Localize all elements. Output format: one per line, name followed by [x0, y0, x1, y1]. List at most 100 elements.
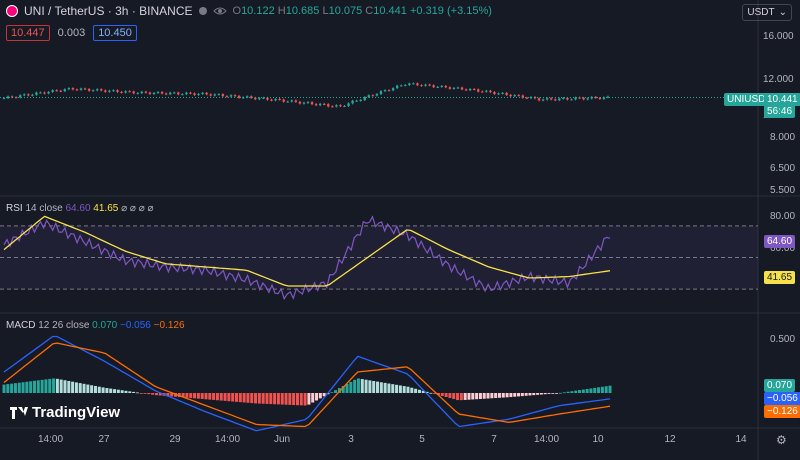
candle-body: [75, 89, 79, 91]
macd-hist-bar: [353, 379, 357, 393]
candle-body: [35, 92, 38, 95]
candle-body: [339, 105, 342, 107]
price-tick: 8.000: [770, 132, 796, 143]
macd-hist-bar: [63, 380, 67, 393]
candle-body: [541, 99, 545, 101]
macd-hist-bar: [376, 381, 380, 393]
macd-hist-bar: [410, 387, 414, 393]
candle-body: [416, 83, 419, 86]
candle-body: [343, 106, 346, 108]
macd-hist-bar: [299, 393, 303, 406]
candle-body: [83, 88, 87, 90]
candle-body: [448, 87, 452, 89]
symbol-title[interactable]: UNI / TetherUS · 3h · BINANCE: [24, 4, 193, 18]
macd-hist-bar: [40, 379, 44, 393]
buy-price-button[interactable]: 10.450: [93, 25, 137, 41]
candle-body: [517, 95, 520, 97]
macd-legend[interactable]: MACD 12 26 close 0.070 −0.056 −0.126: [6, 320, 185, 331]
rsi-legend[interactable]: RSI 14 close 64.60 41.65 ⌀ ⌀ ⌀ ⌀: [6, 203, 154, 214]
rsi-ma-label: 41.65: [764, 271, 796, 284]
macd-hist-bar: [120, 390, 124, 393]
candle-body: [387, 90, 391, 92]
macd-tick: 0.500: [770, 334, 796, 345]
eye-icon[interactable]: [212, 5, 227, 17]
candle-body: [221, 94, 225, 97]
macd-hist-bar: [551, 393, 555, 394]
candle-body: [375, 94, 379, 96]
candle-body: [108, 90, 111, 92]
settings-gear-icon[interactable]: ⚙: [773, 432, 790, 448]
candle-body: [217, 94, 221, 96]
candle-body: [371, 95, 375, 97]
macd-hist-bar: [93, 385, 97, 393]
macd-hist-bar: [105, 388, 109, 393]
candle-body: [71, 88, 75, 90]
macd-hist-bar: [292, 393, 296, 406]
macd-hist-bar: [578, 390, 582, 393]
macd-hist-bar: [25, 381, 29, 393]
candle-body: [558, 98, 561, 101]
time-axis-label: 7: [491, 434, 497, 445]
macd-hist-bar: [132, 391, 136, 393]
macd-hist-bar: [193, 393, 197, 399]
candle-body: [87, 88, 91, 91]
candle-body: [181, 94, 184, 96]
candle-body: [79, 88, 83, 90]
chart-canvas[interactable]: [0, 0, 800, 460]
candle-body: [323, 103, 326, 105]
candle-body: [140, 91, 144, 94]
macd-hist-bar: [32, 380, 36, 393]
time-axis-label: 12: [664, 434, 676, 445]
tradingview-logo[interactable]: TradingView: [10, 404, 120, 421]
candle-body: [156, 92, 160, 94]
macd-hist-bar: [547, 393, 551, 394]
currency-selector[interactable]: USDT ⌄: [742, 4, 792, 21]
macd-hist-bar: [417, 389, 421, 393]
candle-body: [302, 102, 306, 104]
time-axis-label: Jun: [273, 434, 291, 445]
candle-body: [67, 88, 71, 90]
candle-body: [424, 84, 427, 86]
macd-hist-bar: [597, 387, 601, 393]
time-axis-label: 14:00: [38, 434, 64, 445]
candle-body: [420, 85, 423, 87]
candle-body: [554, 99, 557, 101]
candle-body: [436, 86, 439, 88]
macd-hist-bar: [509, 393, 513, 398]
candle-body: [566, 97, 569, 100]
chevron-down-icon: ⌄: [778, 7, 787, 18]
macd-hist-bar: [429, 392, 433, 394]
macd-hist-bar: [227, 393, 231, 402]
macd-hist-bar: [97, 386, 101, 393]
candle-body: [209, 94, 212, 96]
candle-body: [128, 91, 131, 93]
macd-hist-bar: [585, 388, 589, 393]
candle-body: [586, 98, 589, 100]
macd-hist-bar: [486, 393, 490, 399]
macd-hist-bar: [395, 384, 399, 393]
candle-body: [229, 95, 233, 97]
macd-hist-bar: [147, 393, 151, 395]
macd-hist-bar: [212, 393, 216, 400]
sell-price-button[interactable]: 10.447: [6, 25, 50, 41]
macd-hist-bar: [71, 381, 75, 393]
candle-body: [327, 104, 330, 107]
candle-body: [351, 100, 354, 104]
candle-body: [91, 90, 95, 92]
candle-body: [383, 90, 387, 92]
macd-hist-bar: [505, 393, 509, 398]
candle-body: [278, 99, 281, 101]
candle-body: [100, 89, 103, 91]
spread-value: 0.003: [57, 27, 86, 39]
candle-body: [177, 92, 180, 95]
macd-hist-bar: [154, 393, 158, 396]
candle-body: [318, 103, 322, 106]
rsi-tick: 80.00: [770, 211, 796, 222]
time-axis-label: 14:00: [215, 434, 241, 445]
macd-hist-bar: [372, 380, 376, 393]
candle-body: [298, 101, 302, 104]
macd-line-label: −0.056: [764, 392, 800, 405]
macd-hist-bar: [234, 393, 238, 402]
macd-hist-bar: [13, 383, 17, 393]
macd-hist-bar: [581, 389, 585, 393]
